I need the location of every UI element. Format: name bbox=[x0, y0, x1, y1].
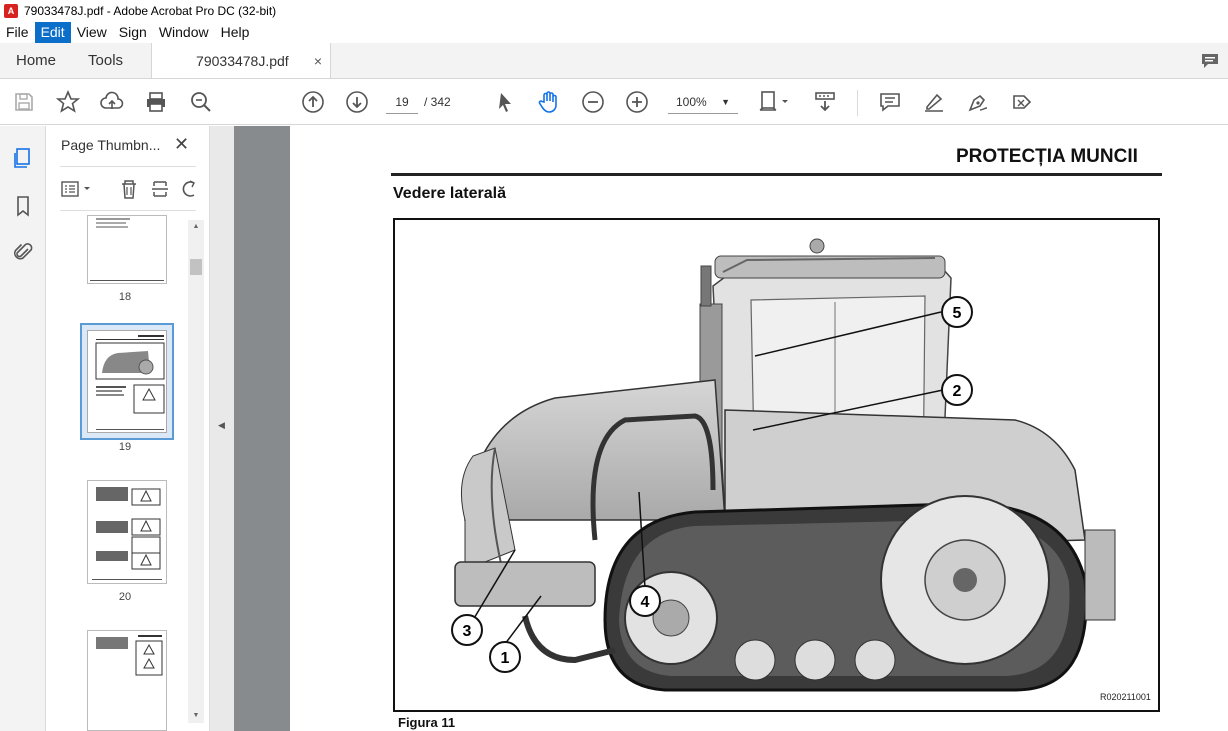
comment-tool-icon[interactable] bbox=[878, 90, 902, 114]
thumbnail-page-20[interactable] bbox=[87, 480, 167, 584]
tab-bar: Home Tools 79033478J.pdf × bbox=[0, 43, 1228, 79]
callout-5: 5 bbox=[953, 305, 962, 322]
window-title: 79033478J.pdf - Adobe Acrobat Pro DC (32… bbox=[24, 4, 277, 18]
callout-4: 4 bbox=[641, 594, 650, 611]
tab-document[interactable]: 79033478J.pdf × bbox=[151, 43, 332, 78]
tab-home[interactable]: Home bbox=[0, 43, 72, 78]
comment-icon[interactable] bbox=[1192, 43, 1228, 78]
panel-collapse-handle[interactable]: ◀ bbox=[210, 126, 234, 731]
thumbnail-page-19-selected[interactable] bbox=[80, 323, 174, 440]
menu-edit[interactable]: Edit bbox=[34, 22, 71, 43]
upload-icon[interactable] bbox=[100, 90, 124, 114]
menu-view[interactable]: View bbox=[71, 22, 113, 43]
page-fit-icon[interactable] bbox=[757, 90, 793, 114]
bookmark-star-icon[interactable] bbox=[56, 90, 80, 114]
title-bar: A 79033478J.pdf - Adobe Acrobat Pro DC (… bbox=[0, 0, 1228, 22]
scroll-up-icon[interactable]: ▲ bbox=[188, 220, 204, 234]
menu-window[interactable]: Window bbox=[153, 22, 215, 43]
panel-divider bbox=[60, 166, 196, 167]
page-number-input[interactable]: 19 bbox=[386, 90, 418, 114]
hand-tool-icon[interactable] bbox=[537, 90, 561, 114]
redact-tool-icon[interactable] bbox=[1010, 90, 1034, 114]
thumbnail-label: 19 bbox=[118, 441, 132, 453]
save-icon[interactable] bbox=[12, 90, 36, 114]
page-preview-icon bbox=[95, 335, 165, 430]
page-preview-icon bbox=[92, 487, 162, 580]
section-heading: Vedere laterală bbox=[393, 185, 506, 202]
figure-caption: Figura 11 bbox=[398, 715, 456, 730]
zoom-in-icon[interactable] bbox=[625, 90, 649, 114]
menu-file[interactable]: File bbox=[0, 22, 35, 43]
menu-help[interactable]: Help bbox=[215, 22, 256, 43]
zoom-level-value: 100% bbox=[676, 95, 707, 109]
menu-bar: File Edit View Sign Window Help bbox=[0, 22, 1228, 43]
highlight-pen-icon[interactable] bbox=[922, 90, 946, 114]
page-preview-icon bbox=[96, 635, 163, 676]
thumbnail-page-21[interactable] bbox=[87, 630, 167, 731]
select-cursor-icon[interactable] bbox=[494, 90, 518, 114]
print-icon[interactable] bbox=[144, 90, 168, 114]
zoom-level-select[interactable]: 100% ▼ bbox=[668, 90, 738, 114]
thumbnail-options-icon[interactable] bbox=[61, 181, 90, 197]
close-tab-icon[interactable]: × bbox=[314, 53, 322, 69]
callout-3: 3 bbox=[463, 623, 472, 640]
collapse-arrow-icon: ◀ bbox=[218, 420, 225, 430]
bookmarks-icon[interactable] bbox=[11, 194, 35, 218]
tab-tools[interactable]: Tools bbox=[72, 43, 139, 78]
extract-pages-icon[interactable] bbox=[152, 181, 168, 197]
panel-tools bbox=[60, 178, 200, 200]
menu-sign[interactable]: Sign bbox=[113, 22, 153, 43]
acrobat-icon: A bbox=[4, 4, 18, 18]
draw-sign-icon[interactable] bbox=[966, 90, 990, 114]
page-preview bbox=[87, 330, 167, 433]
header-rule bbox=[391, 173, 1162, 176]
page-thumbnails-icon[interactable] bbox=[11, 146, 35, 170]
thumbnail-label: 18 bbox=[118, 291, 132, 303]
toolbar bbox=[0, 80, 1228, 125]
rotate-icon[interactable] bbox=[182, 180, 195, 197]
chevron-down-icon: ▼ bbox=[721, 97, 730, 107]
next-page-icon[interactable] bbox=[345, 90, 369, 114]
page-total: / 342 bbox=[424, 95, 451, 109]
attachments-icon[interactable] bbox=[11, 240, 35, 264]
thumbnail-page-18[interactable] bbox=[87, 215, 167, 284]
tab-document-label: 79033478J.pdf bbox=[196, 52, 289, 69]
scroll-down-icon[interactable]: ▼ bbox=[188, 709, 204, 723]
zoom-out-icon[interactable] bbox=[581, 90, 605, 114]
figure-code: R020211001 bbox=[1100, 692, 1151, 702]
thumbnail-label: 20 bbox=[118, 591, 132, 603]
close-panel-icon[interactable]: ✕ bbox=[174, 134, 189, 155]
callout-1: 1 bbox=[501, 650, 510, 667]
toolbar-divider bbox=[857, 90, 858, 116]
panel-title: Page Thumbn... bbox=[61, 137, 161, 153]
scroll-mode-icon[interactable] bbox=[813, 90, 837, 114]
page-header: PROTECȚIA MUNCII bbox=[956, 146, 1138, 167]
callout-2: 2 bbox=[953, 383, 962, 400]
previous-page-icon[interactable] bbox=[301, 90, 325, 114]
zoom-search-icon[interactable] bbox=[189, 90, 213, 114]
figure-frame: 1 2 3 4 5 bbox=[393, 218, 1160, 712]
scrollbar-thumb[interactable] bbox=[190, 259, 202, 275]
delete-page-icon[interactable] bbox=[122, 180, 136, 199]
panel-divider bbox=[60, 210, 196, 211]
tractor-illustration: 1 2 3 4 5 bbox=[451, 238, 1116, 692]
page-preview-icon bbox=[90, 218, 164, 281]
thumbnail-scrollbar[interactable]: ▲ ▼ bbox=[188, 220, 204, 723]
